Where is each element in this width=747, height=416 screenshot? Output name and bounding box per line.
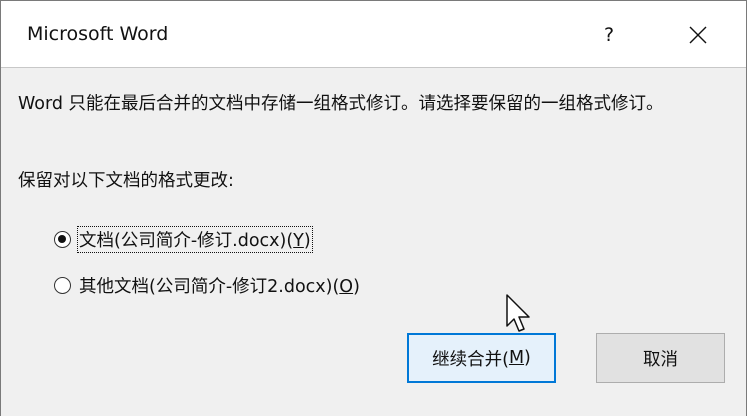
dialog-content: Word 只能在最后合并的文档中存储一组格式修订。请选择要保留的一组格式修订。 … [1, 67, 746, 416]
cancel-button[interactable]: 取消 [596, 333, 725, 383]
option-current-document[interactable]: 文档(公司简介-修订.docx)(Y) [54, 225, 313, 253]
message-text: Word 只能在最后合并的文档中存储一组格式修订。请选择要保留的一组格式修订。 [18, 94, 664, 114]
help-button[interactable]: ? [596, 21, 622, 49]
window-title: Microsoft Word [27, 23, 169, 45]
option-other-document[interactable]: 其他文档(公司简介-修订2.docx)(O) [54, 272, 361, 298]
close-icon [689, 26, 707, 44]
option-label[interactable]: 其他文档(公司简介-修订2.docx)(O) [78, 273, 361, 298]
option-label[interactable]: 文档(公司简介-修订.docx)(Y) [77, 225, 313, 253]
radio-button[interactable] [54, 276, 71, 294]
title-bar: Microsoft Word ? [1, 1, 746, 67]
merge-dialog: Microsoft Word ? Word 只能在最后合并的文档中存储一组格式修… [0, 0, 747, 416]
close-button[interactable] [676, 21, 720, 49]
mouse-pointer-icon [506, 294, 530, 332]
radio-button-selected[interactable] [54, 230, 71, 248]
prompt-text: 保留对以下文档的格式更改: [18, 171, 234, 191]
